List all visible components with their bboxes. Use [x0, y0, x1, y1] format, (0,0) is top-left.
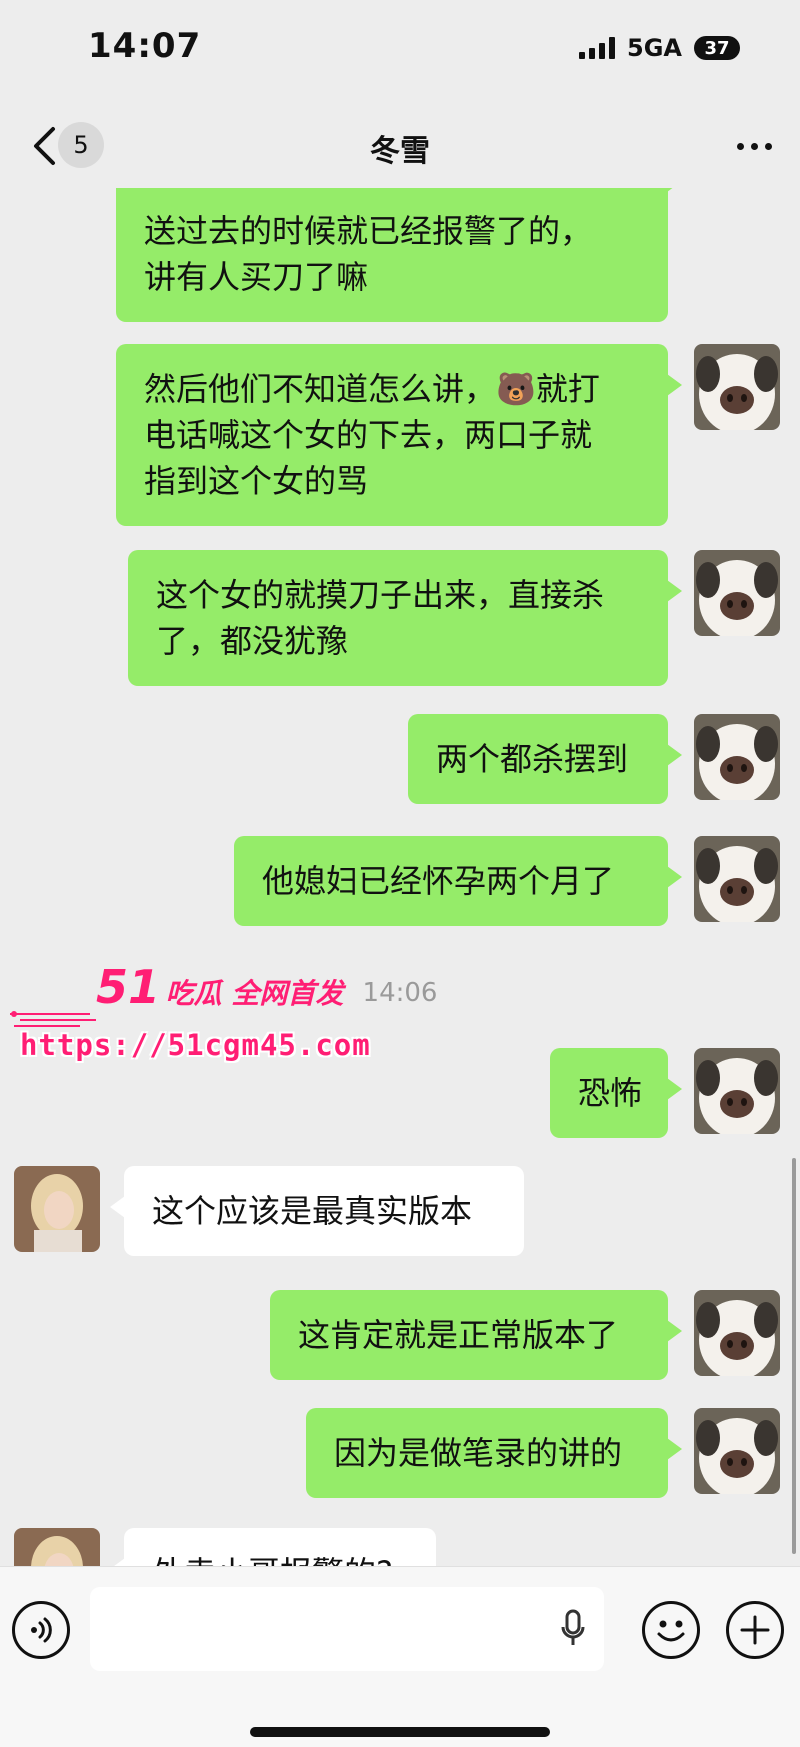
message-bubble[interactable]: 外卖小哥报警的?	[110, 1528, 436, 1566]
message-line: 这肯定就是正常版本了	[298, 1316, 619, 1354]
self-avatar[interactable]	[694, 550, 780, 636]
message-bubble[interactable]: 因为是做笔录的讲的	[306, 1408, 682, 1498]
message-bubble[interactable]: 送过去的时候就已经报警了的， 讲有人买刀了嘛	[116, 188, 682, 322]
message-line: 然后他们不知道怎么讲，🐻就打	[144, 370, 600, 408]
contact-avatar-icon	[14, 1166, 100, 1252]
cow-avatar-icon	[694, 550, 780, 636]
watermark-number: 51	[96, 960, 161, 1014]
self-avatar[interactable]	[694, 714, 780, 800]
self-avatar[interactable]	[694, 1048, 780, 1134]
message-line: 讲有人买刀了嘛	[144, 258, 369, 296]
message-line: 指到这个女的骂	[144, 462, 369, 500]
message-bubble[interactable]: 这个应该是最真实版本	[110, 1166, 524, 1256]
contact-avatar[interactable]	[14, 1528, 100, 1566]
message-bubble[interactable]: 两个都杀摆到	[408, 714, 682, 804]
message-line: 送过去的时候就已经报警了的，	[144, 212, 593, 250]
message-line: 这个女的就摸刀子出来，直接杀	[156, 576, 605, 614]
chat-title: 冬雪	[370, 134, 430, 169]
emoji-icon[interactable]	[642, 1601, 700, 1659]
more-icon[interactable]	[737, 126, 772, 166]
self-avatar[interactable]	[694, 344, 780, 430]
contact-avatar-icon	[14, 1528, 100, 1566]
voice-icon[interactable]	[12, 1601, 70, 1659]
scrollbar[interactable]	[792, 1158, 796, 1554]
message-bubble[interactable]: 这个女的就摸刀子出来，直接杀 了，都没犹豫	[128, 550, 682, 686]
self-avatar[interactable]	[694, 1290, 780, 1376]
message-line: 了，都没犹豫	[156, 622, 349, 660]
home-indicator	[250, 1727, 550, 1737]
message-line: 两个都杀摆到	[436, 740, 629, 778]
message-line	[144, 188, 640, 208]
mic-icon[interactable]	[560, 1609, 586, 1653]
plus-icon[interactable]	[726, 1601, 784, 1659]
cow-avatar-icon	[694, 1408, 780, 1494]
message-line: 他媳妇已经怀孕两个月了	[262, 862, 615, 900]
input-bar	[0, 1566, 800, 1747]
cow-avatar-icon	[694, 344, 780, 430]
message-bubble[interactable]: 这肯定就是正常版本了	[270, 1290, 682, 1380]
self-avatar[interactable]	[694, 836, 780, 922]
status-bar: 14:07 5GA 37	[0, 0, 800, 100]
self-avatar[interactable]	[694, 1408, 780, 1494]
watermark-title: 51 吃瓜 全网首发	[96, 960, 343, 1014]
contact-avatar[interactable]	[14, 1166, 100, 1252]
watermark: 51 吃瓜 全网首发 https://51cgm45.com	[10, 960, 370, 1080]
status-indicators: 5GA 37	[579, 34, 740, 62]
watermark-url: https://51cgm45.com	[20, 1028, 371, 1062]
message-line: 这个应该是最真实版本	[152, 1192, 473, 1230]
message-input[interactable]	[90, 1587, 604, 1671]
message-bubble[interactable]: 然后他们不知道怎么讲，🐻就打 电话喊这个女的下去，两口子就 指到这个女的骂	[116, 344, 682, 526]
message-line: 外卖小哥报警的?	[152, 1550, 408, 1566]
message-line: 恐怖	[578, 1074, 643, 1112]
watermark-text: 吃瓜 全网首发	[165, 977, 344, 1010]
message-bubble[interactable]: 他媳妇已经怀孕两个月了	[234, 836, 682, 926]
cow-avatar-icon	[694, 1048, 780, 1134]
status-time: 14:07	[88, 26, 202, 66]
message-line: 电话喊这个女的下去，两口子就	[144, 416, 593, 454]
cow-avatar-icon	[694, 1290, 780, 1376]
network-label: 5GA	[627, 34, 682, 62]
signal-icon	[579, 37, 616, 59]
message-line: 因为是做笔录的讲的	[334, 1434, 623, 1472]
cow-avatar-icon	[694, 714, 780, 800]
battery-icon: 37	[694, 36, 740, 60]
cow-avatar-icon	[694, 836, 780, 922]
message-bubble[interactable]: 恐怖	[550, 1048, 682, 1138]
chat-area[interactable]: 送过去的时候就已经报警了的， 讲有人买刀了嘛 然后他们不知道怎么讲，🐻就打 电话…	[0, 188, 800, 1566]
